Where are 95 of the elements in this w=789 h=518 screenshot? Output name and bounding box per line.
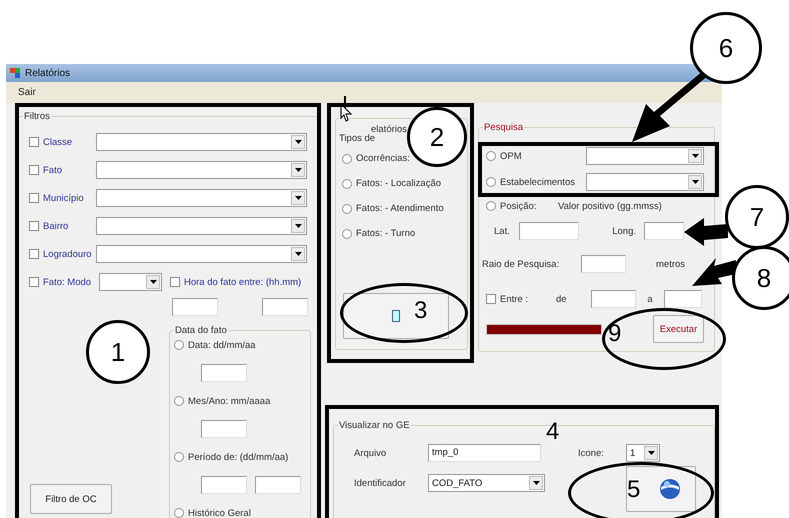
radio-label: Fatos: - Atendimento — [356, 203, 444, 214]
checkbox-label: Classe — [43, 136, 74, 148]
caret-icon — [294, 252, 302, 256]
checkbox-label: Logradouro — [43, 248, 93, 260]
unit-label: metros — [656, 258, 686, 270]
window-icon — [392, 310, 400, 322]
callout-number: 8 — [732, 246, 789, 310]
input-field[interactable] — [201, 476, 247, 494]
caret-icon — [294, 196, 302, 200]
checkbox[interactable] — [170, 277, 180, 287]
dropdown[interactable]: COD_FATO — [428, 474, 545, 492]
checkbox-label: Entre : — [500, 294, 529, 304]
callout-number: 3 — [414, 299, 428, 323]
caret-icon — [532, 481, 540, 485]
callout-number: 7 — [725, 185, 789, 249]
radio-label: Data: dd/mm/aa — [188, 340, 256, 350]
checkbox-label: Hora do fato entre: (hh.mm) — [184, 276, 302, 288]
checkbox[interactable] — [29, 221, 39, 231]
callout-number: 9 — [608, 322, 622, 346]
radio-label: Ocorrências: — [356, 153, 410, 164]
radio-button[interactable] — [342, 228, 352, 238]
app-icon — [9, 67, 21, 79]
input-field[interactable] — [664, 290, 702, 308]
checkbox-label: Bairro — [43, 220, 70, 232]
callout-number: 4 — [546, 420, 560, 444]
field-label: Raio de Pesquisa: — [482, 258, 560, 270]
filter-button[interactable]: Filtro de OC — [30, 484, 112, 514]
input-field[interactable] — [581, 255, 626, 273]
caret-icon — [294, 224, 302, 228]
group-title: Visualizar no GE — [338, 420, 411, 431]
group-title: Tipos de — [339, 133, 376, 144]
radio-button[interactable] — [174, 452, 184, 462]
radio-label: Fatos: - Turno — [356, 228, 416, 239]
callout-number: 5 — [627, 478, 640, 502]
field-label: Long. — [611, 226, 637, 236]
checkbox[interactable] — [486, 294, 496, 304]
radio-button[interactable] — [174, 396, 184, 406]
dropdown[interactable]: 1 — [626, 444, 660, 462]
callout-number: 6 — [690, 12, 762, 84]
field-label: a — [646, 294, 654, 304]
radio-button[interactable] — [174, 508, 184, 518]
report-button[interactable] — [343, 293, 449, 339]
checkbox[interactable] — [29, 193, 39, 203]
group-title: Filtros — [23, 111, 51, 122]
field-label: Lat. — [494, 226, 511, 236]
input-field[interactable] — [519, 222, 579, 240]
radio-button[interactable] — [486, 151, 496, 161]
group-title: Data do fato — [174, 325, 228, 336]
group-title: Pesquisa — [483, 122, 524, 133]
checkbox[interactable] — [29, 277, 39, 287]
input-field[interactable] — [201, 364, 247, 382]
radio-button[interactable] — [486, 201, 496, 211]
input-field[interactable] — [644, 222, 684, 240]
radio-label: OPM — [500, 150, 523, 162]
radio-button[interactable] — [342, 178, 352, 188]
checkbox-label: Fato: Modo — [43, 276, 92, 288]
input-field[interactable] — [201, 420, 247, 438]
caret-icon — [692, 154, 698, 158]
radio-button[interactable] — [486, 177, 496, 187]
input-field[interactable] — [591, 290, 636, 308]
checkbox[interactable] — [29, 249, 39, 259]
globe-icon — [659, 478, 681, 500]
radio-label: Mes/Ano: mm/aaaa — [188, 396, 270, 406]
input-field[interactable] — [172, 298, 218, 316]
radio-label: Fatos: - Localização — [356, 178, 442, 189]
group-title: elatórios — [371, 124, 407, 135]
caret-icon — [692, 180, 698, 184]
input-field[interactable] — [255, 476, 301, 494]
globe-button[interactable] — [626, 466, 696, 512]
input-field[interactable] — [262, 298, 308, 316]
checkbox[interactable] — [29, 137, 39, 147]
menu-item[interactable]: Sair — [18, 87, 36, 98]
radio-label: Período de: (dd/mm/aa) — [188, 452, 288, 462]
field-label: Arquivo — [354, 448, 388, 458]
radio-label: Histórico Geral — [188, 508, 251, 518]
checkbox-label: Fato — [43, 164, 64, 176]
caret-icon — [294, 140, 302, 144]
caret-icon — [150, 280, 156, 284]
callout-arrow — [684, 218, 728, 248]
radio-label: Estabelecimentos — [500, 176, 576, 188]
caret-icon — [294, 168, 302, 172]
caret-icon — [648, 451, 654, 455]
radio-label: Posição: — [500, 200, 538, 212]
radio-button[interactable] — [342, 154, 352, 164]
hint-text: Valor positivo (gg.mmss) — [558, 200, 662, 212]
field-label: de — [556, 294, 568, 304]
field-label: Identificador — [354, 478, 407, 488]
checkbox-label: Município — [43, 192, 85, 204]
radio-button[interactable] — [174, 340, 184, 350]
window-title: Relatórios — [25, 68, 70, 78]
field-label: Icone: — [578, 448, 605, 458]
checkbox[interactable] — [29, 165, 39, 175]
input-field[interactable]: tmp_0 — [428, 444, 541, 462]
radio-button[interactable] — [342, 204, 352, 214]
execute-button[interactable]: Executar — [653, 315, 704, 343]
